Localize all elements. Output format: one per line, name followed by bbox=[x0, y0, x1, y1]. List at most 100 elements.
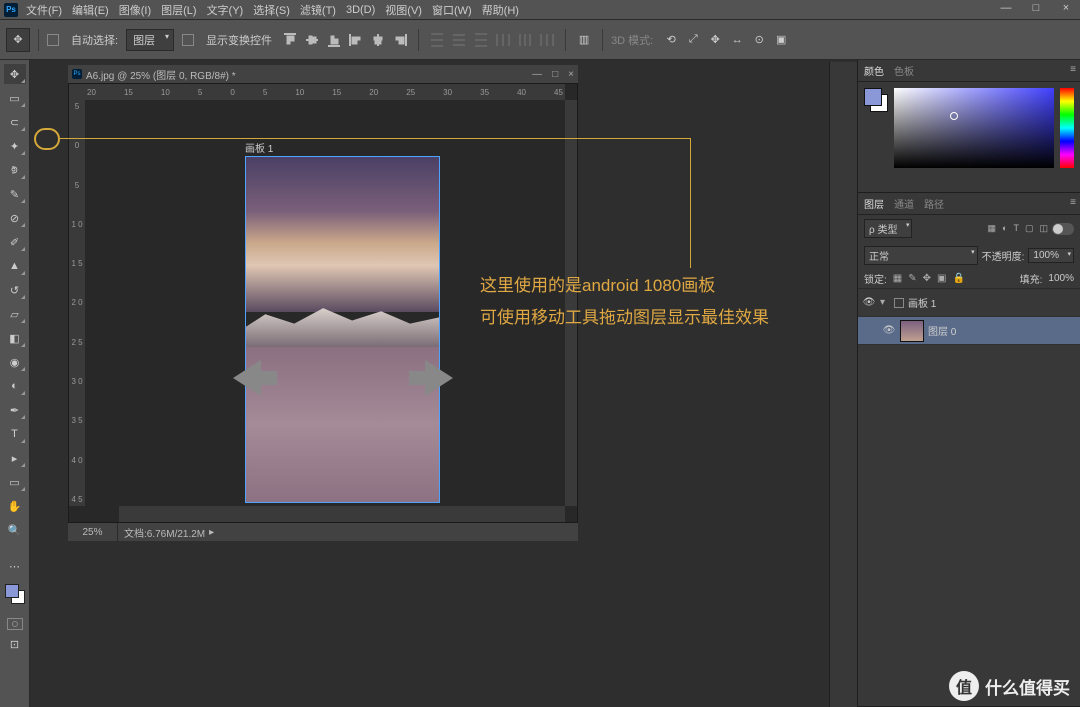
auto-select-checkbox[interactable] bbox=[47, 34, 59, 46]
lock-position-icon[interactable]: ✥ bbox=[923, 273, 931, 284]
gradient-tool[interactable]: ◧ bbox=[4, 328, 26, 348]
align-hcenter-icon[interactable] bbox=[368, 30, 388, 50]
filter-toggle[interactable] bbox=[1052, 223, 1074, 235]
menu-help[interactable]: 帮助(H) bbox=[482, 2, 519, 18]
align-vcenter-icon[interactable] bbox=[302, 30, 322, 50]
toolbox: ✥ ▭ ⊂ ✦ ⟄ ✎ ⊘ ✐ ▲ ↺ ▱ ◧ ◉ ◐ ✒ T ▸ ▭ ✋ 🔍 … bbox=[0, 60, 30, 707]
tab-color[interactable]: 颜色 bbox=[864, 63, 884, 78]
layer-name[interactable]: 图层 0 bbox=[928, 323, 956, 338]
align-bottom-icon[interactable] bbox=[324, 30, 344, 50]
panel-menu-icon[interactable]: ≡ bbox=[1070, 64, 1076, 75]
move-tool-icon[interactable]: ✥ bbox=[6, 28, 30, 52]
zoom-tool[interactable]: 🔍 bbox=[4, 520, 26, 540]
transform-controls-label: 显示变换控件 bbox=[206, 32, 272, 48]
window-close[interactable]: × bbox=[1056, 2, 1076, 14]
align-right-icon[interactable] bbox=[390, 30, 410, 50]
blur-tool[interactable]: ◉ bbox=[4, 352, 26, 372]
tab-paths[interactable]: 路径 bbox=[924, 196, 944, 211]
artboard-label[interactable]: 画板 1 bbox=[245, 140, 273, 155]
menu-window[interactable]: 窗口(W) bbox=[432, 2, 472, 18]
hue-slider[interactable] bbox=[1060, 88, 1074, 168]
filter-pixel-icon[interactable]: ▦ bbox=[988, 223, 997, 234]
doc-close[interactable]: × bbox=[568, 69, 574, 80]
layer-item-artboard[interactable]: 👁 ▾ 画板 1 bbox=[858, 289, 1080, 317]
crop-tool[interactable]: ⟄ bbox=[4, 160, 26, 180]
menu-layer[interactable]: 图层(L) bbox=[161, 2, 196, 18]
auto-align-icon: ▥ bbox=[574, 30, 594, 50]
opacity-value[interactable]: 100% bbox=[1028, 248, 1074, 263]
lock-image-icon[interactable]: ✎ bbox=[908, 273, 916, 284]
eyedropper-tool[interactable]: ✎ bbox=[4, 184, 26, 204]
filter-type-icon[interactable]: T bbox=[1013, 223, 1019, 234]
window-maximize[interactable]: □ bbox=[1026, 2, 1046, 14]
color-swatch[interactable] bbox=[5, 584, 25, 604]
tab-channels[interactable]: 通道 bbox=[894, 196, 914, 211]
menu-filter[interactable]: 滤镜(T) bbox=[300, 2, 336, 18]
filter-shape-icon[interactable]: ▢ bbox=[1025, 223, 1034, 234]
magic-wand-tool[interactable]: ✦ bbox=[4, 136, 26, 156]
ruler-origin[interactable] bbox=[69, 84, 85, 100]
color-field[interactable] bbox=[894, 88, 1054, 168]
type-tool[interactable]: T bbox=[4, 424, 26, 444]
options-bar: ✥ 自动选择: 图层 显示变换控件 ▥ 3D 模式: ⟲ ⤢ ✥ ↔ ⊙ ▣ bbox=[0, 20, 1080, 60]
dodge-tool[interactable]: ◐ bbox=[4, 376, 26, 396]
menu-edit[interactable]: 编辑(E) bbox=[72, 2, 109, 18]
visibility-icon[interactable]: 👁 bbox=[862, 297, 876, 308]
align-left-icon[interactable] bbox=[346, 30, 366, 50]
menu-view[interactable]: 视图(V) bbox=[385, 2, 422, 18]
tab-swatches[interactable]: 色板 bbox=[894, 63, 914, 78]
lock-transparent-icon[interactable]: ▦ bbox=[893, 273, 902, 284]
shape-tool[interactable]: ▭ bbox=[4, 472, 26, 492]
lock-artboard-icon[interactable]: ▣ bbox=[937, 273, 946, 284]
distribute-group bbox=[427, 30, 557, 50]
color-panel: 颜色 色板 ≡ bbox=[858, 60, 1080, 193]
marquee-tool[interactable]: ▭ bbox=[4, 88, 26, 108]
transform-controls-checkbox[interactable] bbox=[182, 34, 194, 46]
brush-tool[interactable]: ✐ bbox=[4, 232, 26, 252]
align-top-icon[interactable] bbox=[280, 30, 300, 50]
document-tab[interactable]: Ps A6.jpg @ 25% (图层 0, RGB/8#) * — □ × bbox=[68, 65, 578, 83]
document-info[interactable]: 文档:6.76M/21.2M▸ bbox=[118, 525, 220, 540]
hand-tool[interactable]: ✋ bbox=[4, 496, 26, 516]
eraser-tool[interactable]: ▱ bbox=[4, 304, 26, 324]
artboard[interactable] bbox=[245, 156, 440, 503]
window-minimize[interactable]: — bbox=[996, 2, 1016, 14]
blend-mode-dropdown[interactable]: 正常 bbox=[864, 246, 978, 265]
tab-layers[interactable]: 图层 bbox=[864, 196, 884, 211]
fill-value[interactable]: 100% bbox=[1048, 273, 1074, 284]
lock-all-icon[interactable]: 🔒 bbox=[952, 273, 964, 284]
pen-tool[interactable]: ✒ bbox=[4, 400, 26, 420]
layer-item[interactable]: 👁 图层 0 bbox=[858, 317, 1080, 345]
history-brush-tool[interactable]: ↺ bbox=[4, 280, 26, 300]
menu-image[interactable]: 图像(I) bbox=[119, 2, 151, 18]
ruler-vertical[interactable]: 5051 01 52 02 53 03 54 04 5 bbox=[69, 100, 85, 506]
panel-menu-icon[interactable]: ≡ bbox=[1070, 197, 1076, 208]
scrollbar-horizontal[interactable] bbox=[119, 506, 565, 522]
visibility-icon[interactable]: 👁 bbox=[882, 325, 896, 336]
menu-3d[interactable]: 3D(D) bbox=[346, 4, 375, 16]
filter-adjust-icon[interactable]: ◐ bbox=[1002, 223, 1007, 234]
menu-file[interactable]: 文件(F) bbox=[26, 2, 62, 18]
layer-thumb[interactable] bbox=[900, 320, 924, 342]
menu-type[interactable]: 文字(Y) bbox=[207, 2, 244, 18]
quick-mask[interactable] bbox=[7, 618, 23, 630]
ruler-horizontal[interactable]: 2015105051015202530354045 bbox=[85, 84, 565, 100]
app-logo: Ps bbox=[4, 3, 18, 17]
screen-mode[interactable]: ⊡ bbox=[4, 634, 26, 654]
filter-smart-icon[interactable]: ◫ bbox=[1039, 223, 1048, 234]
doc-minimize[interactable]: — bbox=[532, 69, 542, 80]
panel-color-swatch[interactable] bbox=[864, 88, 888, 112]
auto-select-dropdown[interactable]: 图层 bbox=[126, 29, 174, 51]
layer-name[interactable]: 画板 1 bbox=[908, 295, 936, 310]
lasso-tool[interactable]: ⊂ bbox=[4, 112, 26, 132]
twirl-icon[interactable]: ▾ bbox=[880, 297, 890, 308]
layer-filter-kind[interactable]: ρ 类型 bbox=[864, 219, 912, 238]
healing-tool[interactable]: ⊘ bbox=[4, 208, 26, 228]
stamp-tool[interactable]: ▲ bbox=[4, 256, 26, 276]
move-tool[interactable]: ✥ bbox=[4, 64, 26, 84]
zoom-level[interactable]: 25% bbox=[68, 523, 118, 541]
edit-toolbar[interactable]: ⋯ bbox=[4, 556, 26, 576]
doc-maximize[interactable]: □ bbox=[552, 69, 558, 80]
path-select-tool[interactable]: ▸ bbox=[4, 448, 26, 468]
menu-select[interactable]: 选择(S) bbox=[253, 2, 290, 18]
